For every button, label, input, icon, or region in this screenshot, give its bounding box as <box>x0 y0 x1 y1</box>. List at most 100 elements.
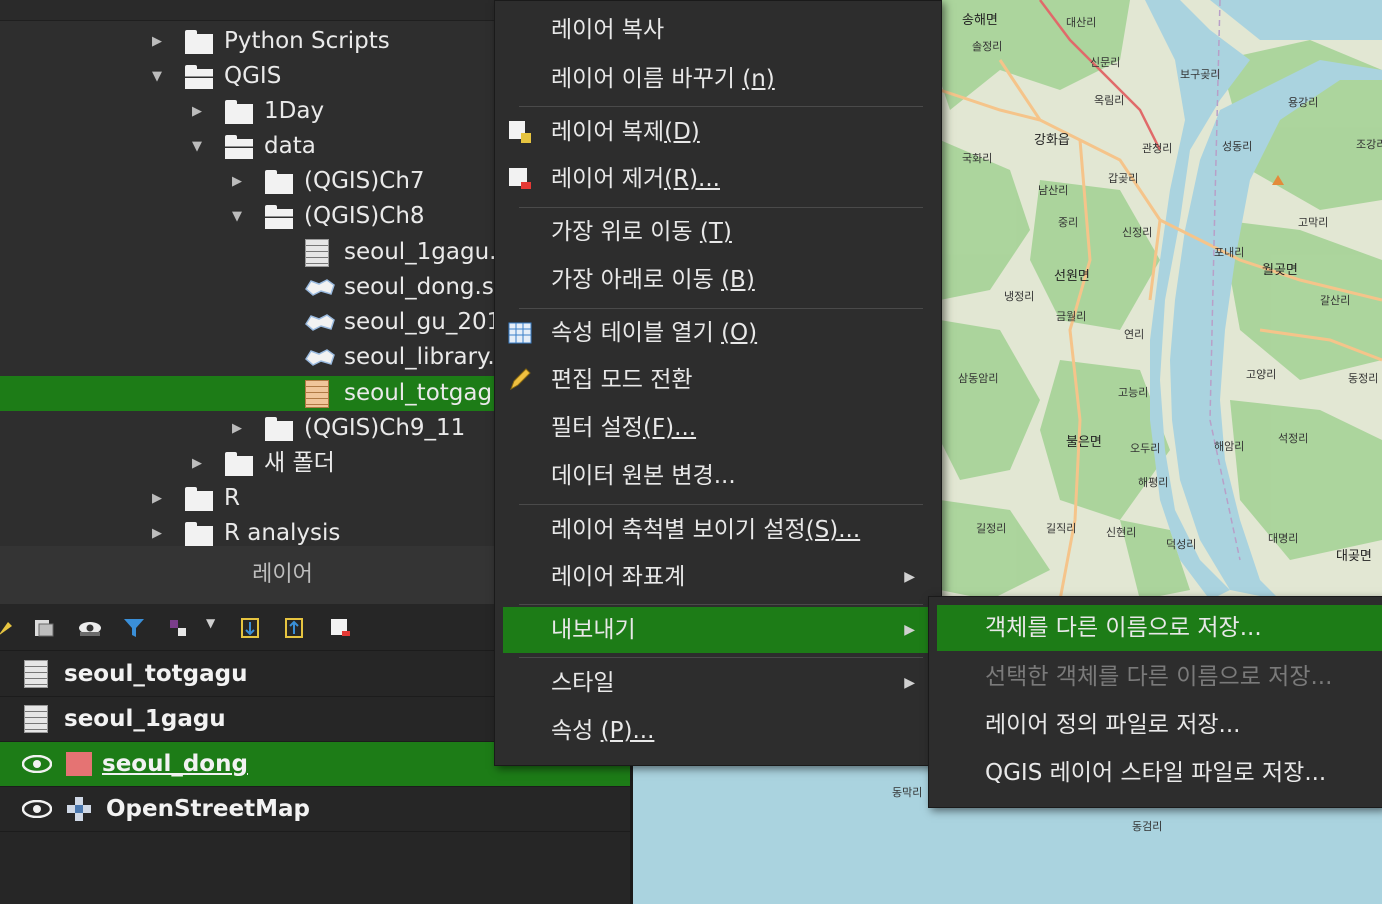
collapsed-arrow-icon[interactable]: ▶ <box>189 446 205 481</box>
browser-panel: ▶ Python Scripts ▼ QGIS ▶ 1Day ▼ data ▶ (QGIS)Ch7… <box>0 0 500 546</box>
expanded-arrow-icon[interactable]: ▼ <box>229 199 245 234</box>
filter-by-expression-icon[interactable] <box>166 616 190 640</box>
menu-move-bottom[interactable]: 가장 아래로 이동 (B) <box>503 257 929 303</box>
menu-shortcut: (O) <box>721 320 758 346</box>
map-place-label: 대명리 <box>1268 532 1298 545</box>
menu-set-filter[interactable]: 필터 설정(F)... <box>503 405 929 451</box>
map-place-label: 옥림리 <box>1094 94 1124 107</box>
folder-icon <box>185 522 213 546</box>
menu-label: 레이어 복제 <box>551 119 665 145</box>
map-place-label: 선원면 <box>1054 269 1090 284</box>
dropdown-arrow-icon[interactable]: ▼ <box>206 616 215 630</box>
map-place-label: 신정리 <box>1122 226 1152 239</box>
map-place-label: 갈산리 <box>1320 293 1350 307</box>
visibility-eye-icon[interactable] <box>22 800 52 818</box>
menu-styles[interactable]: 스타일 ▶ <box>503 660 929 706</box>
menu-shortcut: (B) <box>721 267 755 293</box>
browser-item-label: R analysis <box>224 520 341 546</box>
collapsed-arrow-icon[interactable]: ▶ <box>149 516 165 546</box>
browser-item[interactable]: ▶ R analysis <box>0 516 500 546</box>
menu-scale-visibility[interactable]: 레이어 축척별 보이기 설정(S)... <box>503 507 929 553</box>
browser-item[interactable]: seoul_dong.sh <box>0 270 500 305</box>
folder-icon <box>185 30 213 54</box>
menu-layer-crs[interactable]: 레이어 좌표계 ▶ <box>503 554 929 600</box>
menu-label: 레이어 좌표계 <box>551 564 686 590</box>
filter-legend-icon[interactable] <box>122 616 146 640</box>
map-place-label: 월곶면 <box>1262 263 1298 278</box>
layer-name: OpenStreetMap <box>106 796 310 822</box>
menu-separator <box>519 207 923 208</box>
browser-item[interactable]: ▼ (QGIS)Ch8 <box>0 199 500 234</box>
browser-item[interactable]: ▶ 1Day <box>0 94 500 129</box>
expanded-arrow-icon[interactable]: ▼ <box>149 59 165 94</box>
expand-all-icon[interactable] <box>238 616 262 640</box>
menu-duplicate-layer[interactable]: 레이어 복제(D) <box>503 109 929 155</box>
map-place-label: 덕성리 <box>1166 538 1196 551</box>
table-icon <box>24 705 48 733</box>
menu-export[interactable]: 내보내기 ▶ <box>503 607 929 653</box>
layer-name: seoul_dong <box>102 751 248 777</box>
collapse-all-icon[interactable] <box>282 616 306 640</box>
browser-item-label: seoul_totgagu <box>344 380 500 406</box>
layer-context-menu: 레이어 복사 레이어 이름 바꾸기 (n) 레이어 복제(D) 레이어 제거(R… <box>494 0 942 766</box>
menu-toggle-editing[interactable]: 편집 모드 전환 <box>503 357 929 403</box>
menu-label: 레이어 복사 <box>551 17 665 43</box>
browser-item[interactable]: seoul_gu_201( <box>0 305 500 340</box>
menu-open-attribute-table[interactable]: 속성 테이블 열기 (O) <box>503 310 929 356</box>
remove-layer-icon[interactable] <box>328 616 352 640</box>
collapsed-arrow-icon[interactable]: ▶ <box>149 481 165 516</box>
map-place-label: 해암리 <box>1214 439 1244 453</box>
expanded-arrow-icon[interactable]: ▼ <box>189 129 205 164</box>
map-place-label: 고능리 <box>1118 386 1148 399</box>
menu-label: 편집 모드 전환 <box>551 367 693 393</box>
map-place-label: 송해면 <box>962 13 998 28</box>
browser-item[interactable]: ▶ (QGIS)Ch9_11 <box>0 411 500 446</box>
browser-item[interactable]: ▶ (QGIS)Ch7 <box>0 164 500 199</box>
menu-save-qgis-style[interactable]: QGIS 레이어 스타일 파일로 저장... <box>937 750 1382 796</box>
browser-item[interactable]: ▼ QGIS <box>0 59 500 94</box>
browser-item-label: 새 폴더 <box>264 450 335 476</box>
map-place-label: 보구곶리 <box>1180 68 1220 81</box>
style-manager-icon[interactable] <box>0 616 18 640</box>
menu-properties[interactable]: 속성 (P)... <box>503 708 929 754</box>
browser-item[interactable]: seoul_library.s <box>0 340 500 375</box>
visibility-icon[interactable] <box>78 616 102 640</box>
map-place-label: 동검리 <box>1132 820 1162 833</box>
visibility-eye-icon[interactable] <box>22 755 52 773</box>
pencil-icon <box>510 368 531 391</box>
menu-save-features-as[interactable]: 객체를 다른 이름으로 저장... <box>937 605 1382 651</box>
duplicate-layer-icon <box>509 121 531 143</box>
browser-item[interactable]: ▶ R <box>0 481 500 516</box>
folder-icon <box>265 170 293 194</box>
folder-open-icon <box>265 205 293 229</box>
map-place-label: 강화읍 <box>1034 133 1070 148</box>
browser-item[interactable]: ▶ Python Scripts <box>0 24 500 59</box>
browser-item-label: seoul_dong.sh <box>344 274 500 300</box>
menu-label: 데이터 원본 변경... <box>551 463 736 489</box>
folder-icon <box>225 100 253 124</box>
menu-label: 선택한 객체를 다른 이름으로 저장... <box>985 664 1333 690</box>
browser-item[interactable]: ▶ 새 폴더 <box>0 446 500 481</box>
map-place-label: 중리 <box>1058 216 1078 229</box>
menu-change-data-source[interactable]: 데이터 원본 변경... <box>503 453 929 499</box>
map-place-label: 포내리 <box>1214 246 1244 259</box>
layer-item[interactable]: OpenStreetMap <box>0 787 630 832</box>
map-place-label: 삼동암리 <box>958 372 998 385</box>
menu-label: 필터 설정 <box>551 415 643 441</box>
browser-item[interactable]: seoul_totgagu <box>0 376 500 411</box>
browser-item[interactable]: ▼ data <box>0 129 500 164</box>
collapsed-arrow-icon[interactable]: ▶ <box>229 164 245 199</box>
menu-save-layer-definition[interactable]: 레이어 정의 파일로 저장... <box>937 702 1382 748</box>
collapsed-arrow-icon[interactable]: ▶ <box>149 24 165 59</box>
collapsed-arrow-icon[interactable]: ▶ <box>189 94 205 129</box>
submenu-arrow-icon: ▶ <box>904 569 915 585</box>
menu-remove-layer[interactable]: 레이어 제거(R)... <box>503 156 929 202</box>
table-icon <box>24 660 48 688</box>
collapsed-arrow-icon[interactable]: ▶ <box>229 411 245 446</box>
browser-item[interactable]: seoul_1gagu.c <box>0 235 500 270</box>
menu-rename-layer[interactable]: 레이어 이름 바꾸기 (n) <box>503 56 929 102</box>
add-group-icon[interactable] <box>32 616 56 640</box>
table-icon <box>305 380 329 408</box>
menu-move-top[interactable]: 가장 위로 이동 (T) <box>503 209 929 255</box>
menu-copy-layer[interactable]: 레이어 복사 <box>503 7 929 53</box>
